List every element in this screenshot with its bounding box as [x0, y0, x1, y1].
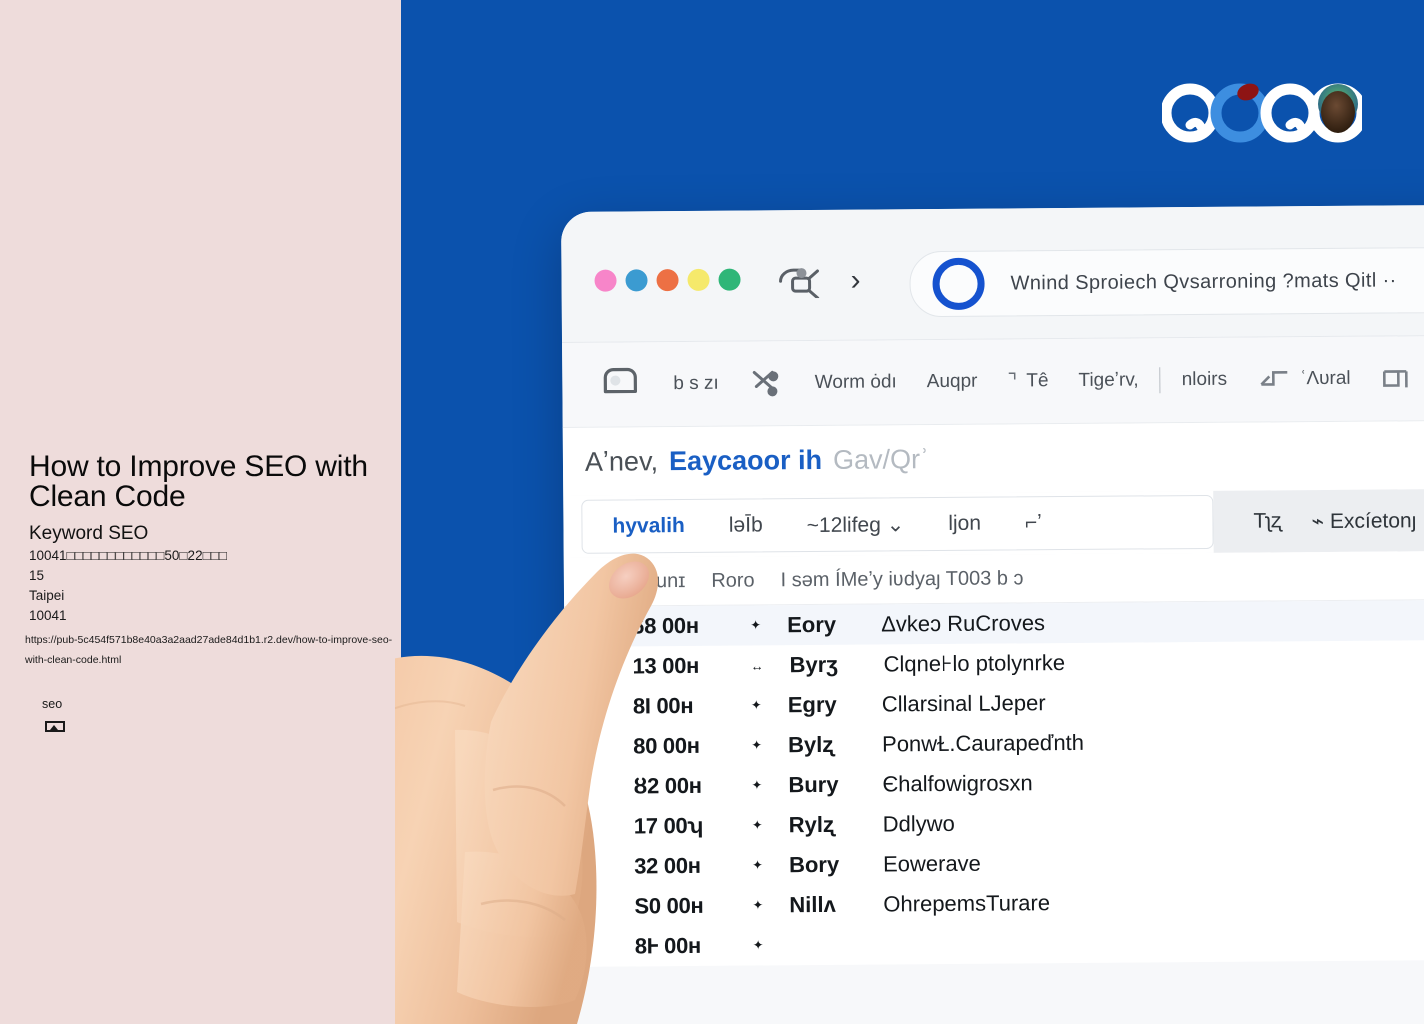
heading-part-blue: Eaycaoor ih: [668, 444, 823, 476]
toolbar-item-6[interactable]: Tigeʼrv,: [1063, 369, 1153, 392]
traffic-light-2[interactable]: [625, 269, 648, 292]
toolbar-label-5: Tê: [1026, 370, 1049, 392]
trend-arrow-icon: ✦: [750, 617, 762, 633]
toolbar-item-5[interactable]: ⌝ Tê: [992, 369, 1063, 395]
cell-keyword: Cllarsinal LJeper: [881, 690, 1046, 717]
image-placeholder-icon: [45, 719, 65, 732]
filter-item-0[interactable]: ləĪb: [729, 513, 763, 537]
cell-keyword: PonwⱢ.Caurapeďnth: [881, 729, 1085, 757]
article-tag: seo: [42, 697, 63, 711]
traffic-light-3[interactable]: [656, 269, 679, 292]
cell-keyword: OhrepemsTurare: [883, 890, 1051, 917]
cell-difficulty: Nillʌ: [789, 891, 836, 918]
cell-difficulty: Bylʐ: [787, 731, 834, 758]
meta-url[interactable]: https://pub-5c454f571b8e40a3a2aad27ade84…: [25, 630, 397, 670]
table-header-2[interactable]: I səm ÍMeʼy iʋdyaȷ T003 b ɔ: [781, 567, 1024, 592]
toolbar-item-9[interactable]: [1365, 363, 1424, 394]
toolbar-label-1: b s zı: [673, 372, 719, 395]
toolbar-label-8: ʿΛυral: [1299, 367, 1351, 390]
scissors-icon: [753, 370, 779, 397]
trend-arrow-icon: ✦: [751, 777, 763, 793]
toolbar-item-8[interactable]: ʿΛυral: [1242, 364, 1366, 395]
cell-keyword: Eowerave: [882, 850, 981, 877]
trend-arrow-icon: ✦: [752, 897, 764, 913]
traffic-light-5[interactable]: [718, 268, 741, 291]
filter-item-2[interactable]: ljon: [948, 512, 981, 536]
trend-arrow-icon: ✦: [751, 737, 763, 753]
toolbar-item-3[interactable]: Worm ȯdı: [800, 371, 912, 394]
filter-item-1[interactable]: ~12lifeg ⌄: [807, 512, 905, 538]
bracket-icon: [1260, 371, 1288, 386]
trend-arrow-icon: ✦: [750, 697, 762, 713]
chat-bubble-icon[interactable]: [776, 264, 822, 300]
cell-difficulty: Rylʐ: [788, 811, 835, 838]
four-ring-logo: [1160, 78, 1368, 148]
table-header-1[interactable]: Roro: [711, 569, 755, 592]
cell-difficulty: [790, 945, 858, 946]
cell-difficulty: Bury: [788, 771, 839, 798]
traffic-light-1[interactable]: [594, 269, 617, 292]
page-heading: Aʼnev, Eaycaoor ih Gav/Qrʾ: [562, 419, 1424, 496]
cell-difficulty: Bory: [788, 851, 840, 878]
toolbar-item-2[interactable]: [734, 366, 800, 401]
cell-difficulty: Egry: [787, 691, 837, 718]
table-row[interactable]: 8Ⱶ 00ʜ ✦: [567, 919, 1424, 967]
screenshot-stage: › Wnind Sproiech Qvsarroning ?mats Qitl …: [0, 0, 1424, 1024]
toolbar-item-1[interactable]: b s zı: [658, 373, 734, 396]
trend-arrow-icon: ✦: [752, 857, 764, 873]
meta-address: 10041□□□□□□□□□□□□50□22□□□: [29, 548, 228, 563]
home-icon: [603, 367, 638, 394]
filter-right-group: Tʅʐ ⌁ Excíetonȷ ⌄: [1213, 487, 1424, 553]
browser-nav-icons: ›: [776, 264, 861, 300]
trend-arrow-icon: ✦: [752, 937, 764, 953]
chevron-right-icon[interactable]: ›: [850, 264, 860, 297]
toolbar-label-7: nloirs: [1181, 368, 1228, 391]
cell-difficulty: Eory: [787, 611, 837, 638]
address-bar[interactable]: Wnind Sproiech Qvsarroning ?mats Qitl ··: [909, 245, 1424, 318]
trend-arrow-icon: ↔: [750, 657, 764, 674]
toolbar-item-0[interactable]: [584, 367, 658, 402]
cell-keyword: Δvkeɔ RuCroves: [881, 610, 1046, 637]
traffic-light-4[interactable]: [687, 268, 710, 292]
flag-icon: ⌝: [1007, 369, 1018, 393]
cell-keyword: Єhalfowigrosxn: [882, 770, 1033, 797]
toolbar-label-6: Tigeʼrv,: [1078, 369, 1139, 391]
filter-right-item-0[interactable]: Tʅʐ: [1253, 509, 1281, 533]
heading-part-grey: Gav/Qrʾ: [832, 443, 930, 475]
meta-postal: 10041: [29, 608, 67, 623]
toolbar-item-4[interactable]: Auqpr: [912, 371, 993, 394]
filter-right-item-1[interactable]: ⌁ Excíetonȷ: [1311, 508, 1416, 534]
toolbar-divider: [1159, 367, 1161, 394]
panel-icon: [1383, 370, 1408, 388]
meta-number: 15: [29, 568, 45, 583]
article-info-panel: How to Improve SEO with Clean Code Keywo…: [0, 0, 401, 1024]
toolbar-label-4: Auqpr: [926, 370, 978, 393]
toolbar-label-3: Worm ȯdı: [814, 371, 897, 394]
cell-keyword: Clqne⊦lo ptolynrke: [883, 650, 1066, 677]
browser-chrome-bar: › Wnind Sproiech Qvsarroning ?mats Qitl …: [561, 203, 1424, 343]
trend-arrow-icon: ✦: [751, 817, 763, 833]
address-bar-text: Wnind Sproiech Qvsarroning ?mats Qitl ··: [1010, 268, 1397, 294]
cell-keyword: Ddlywo: [882, 810, 955, 837]
pointing-hand: [355, 522, 695, 1024]
article-subtitle: Keyword SEO: [29, 523, 149, 544]
filter-item-3[interactable]: ⌐ʼ: [1025, 511, 1042, 535]
app-toolbar: b s zı Worm ȯdı Auqpr ⌝ Tê Tigeʼrv, nloi…: [562, 334, 1424, 428]
window-traffic-lights[interactable]: [594, 268, 741, 292]
meta-city: Taipei: [29, 588, 65, 603]
circle-loading-icon: [932, 257, 985, 311]
toolbar-item-7[interactable]: nloirs: [1167, 369, 1243, 392]
page-title: How to Improve SEO with Clean Code: [29, 450, 368, 513]
cell-difficulty: Byrʒ: [789, 651, 838, 678]
